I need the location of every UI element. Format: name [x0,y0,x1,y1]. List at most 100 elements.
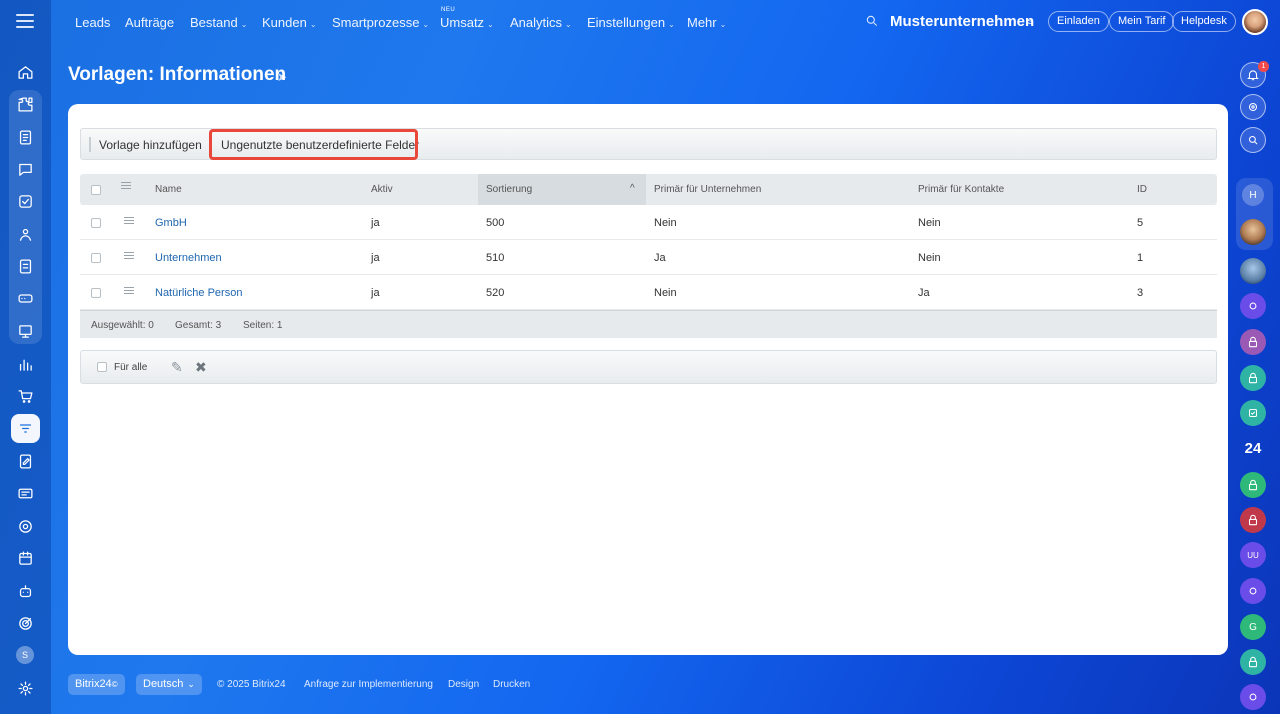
invite-button[interactable]: Einladen [1048,11,1109,32]
total-count: Gesamt: 3 [175,320,222,331]
avatar[interactable] [1240,219,1266,245]
menu-icon[interactable] [16,14,34,28]
card-icon[interactable] [11,479,40,508]
nav-auftraege[interactable]: Aufträge [125,15,174,30]
row-checkbox[interactable] [91,218,101,228]
nav-smartprozesse[interactable]: Smartprozesse ⌄ [332,15,429,30]
target-icon[interactable] [11,609,40,638]
bitrix24-icon[interactable]: 24 [1237,440,1269,457]
lock-icon[interactable] [1240,472,1266,498]
for-all-checkbox[interactable] [97,362,107,372]
brand-button[interactable]: Bitrix24© [68,674,125,695]
avatar[interactable] [1240,258,1266,284]
tasks-icon[interactable] [11,187,40,216]
delete-icon[interactable]: ✖ [195,359,207,376]
pin-icon[interactable]: ➤ [277,70,287,84]
design-link[interactable]: Design [448,679,479,690]
print-link[interactable]: Drucken [493,679,530,690]
column-primary-contacts[interactable]: Primär für Kontakte [918,184,1004,195]
chevron-down-icon: ⌄ [668,20,675,29]
drive-icon[interactable] [11,284,40,313]
tariff-button[interactable]: Mein Tarif [1109,11,1175,32]
main-card: Vorlage hinzufügen Ungenutzte benutzerde… [68,104,1228,655]
copyright-icon: © [111,680,118,689]
table-row[interactable]: Natürliche Person ja 520 Nein Ja 3 [80,275,1217,310]
row-primary-company: Nein [654,287,677,299]
row-menu-icon[interactable] [124,217,134,226]
row-checkbox[interactable] [91,253,101,263]
row-name-link[interactable]: GmbH [155,217,187,229]
column-primary-company[interactable]: Primär für Unternehmen [654,184,761,195]
top-nav: Leads Aufträge Bestand ⌄ Kunden ⌄ Smartpro… [51,0,1280,44]
implementation-link[interactable]: Anfrage zur Implementierung [304,679,433,690]
table-row[interactable]: GmbH ja 500 Nein Nein 5 [80,205,1217,240]
lock-icon[interactable] [1240,365,1266,391]
chevron-down-icon: ⌄ [719,20,727,29]
avatar[interactable]: G [1240,614,1266,640]
settings-icon[interactable] [11,674,40,703]
filter-icon[interactable] [11,414,40,443]
copilot-icon[interactable] [1240,94,1266,120]
cart-icon[interactable] [11,382,40,411]
select-all-checkbox[interactable] [91,185,101,195]
nav-mehr[interactable]: Mehr ⌄ [687,15,726,30]
nav-analytics[interactable]: Analytics ⌄ [510,15,572,30]
notification-badge: 1 [1258,61,1269,72]
new-badge: NEU [441,7,456,13]
presentation-icon[interactable] [11,317,40,346]
contacts-icon[interactable] [11,220,40,249]
support-icon[interactable] [11,512,40,541]
column-sort[interactable]: Sortierung [486,184,532,195]
chevron-down-icon: ⌄ [309,20,317,29]
switch-icon[interactable]: ≈ [1026,15,1033,29]
table-row[interactable]: Unternehmen ja 510 Ja Nein 1 [80,240,1217,275]
grid-footer: Ausgewählt: 0 Gesamt: 3 Seiten: 1 [80,310,1217,338]
nav-leads[interactable]: Leads [75,15,110,30]
avatar[interactable]: H [1242,184,1264,206]
nav-einstellungen[interactable]: Einstellungen ⌄ [587,15,675,30]
add-template-button[interactable]: Vorlage hinzufügen [99,138,202,152]
document-icon[interactable] [11,123,40,152]
column-settings-icon[interactable] [121,182,131,191]
openline-icon[interactable] [1240,684,1266,710]
home-icon[interactable] [11,58,40,87]
nav-umsatz[interactable]: Umsatz ⌄ [440,15,494,30]
robot-icon[interactable] [11,577,40,606]
row-menu-icon[interactable] [124,287,134,296]
lock-icon[interactable] [1240,329,1266,355]
user-avatar[interactable] [1242,9,1268,35]
toolbar-divider [89,137,91,152]
row-name-link[interactable]: Natürliche Person [155,287,242,299]
nav-kunden[interactable]: Kunden ⌄ [262,15,317,30]
templates-grid: Name Aktiv Sortierung ^ Primär für Unter… [80,174,1217,338]
nav-bestand[interactable]: Bestand ⌄ [190,15,247,30]
search-chat-icon[interactable] [1240,127,1266,153]
calendar-icon[interactable] [11,544,40,573]
row-primary-contacts: Ja [918,287,930,299]
lock-icon[interactable] [1240,507,1266,533]
chat-icon[interactable] [11,155,40,184]
analytics-icon[interactable] [11,350,40,379]
avatar[interactable]: S [16,646,34,664]
row-menu-icon[interactable] [124,252,134,261]
row-name-link[interactable]: Unternehmen [155,252,222,264]
row-checkbox[interactable] [91,288,101,298]
helpdesk-button[interactable]: Helpdesk [1172,11,1236,32]
sort-asc-icon[interactable]: ^ [630,183,635,194]
for-all-label[interactable]: Für alle [114,362,147,373]
puzzle-icon[interactable] [11,90,40,119]
pencil-icon[interactable]: ✎ [171,359,183,376]
company-name[interactable]: Musterunternehmen [890,13,1034,30]
task-chat-icon[interactable] [1240,400,1266,426]
column-active[interactable]: Aktiv [371,184,393,195]
avatar[interactable]: UU [1240,542,1266,568]
column-name[interactable]: Name [155,184,182,195]
language-select[interactable]: Deutsch ⌄ [136,674,202,695]
docs-icon[interactable] [11,252,40,281]
lock-icon[interactable] [1240,649,1266,675]
edit-doc-icon[interactable] [11,447,40,476]
openline-icon[interactable] [1240,293,1266,319]
search-icon[interactable] [865,14,879,33]
column-id[interactable]: ID [1137,184,1147,195]
openline-icon[interactable] [1240,578,1266,604]
